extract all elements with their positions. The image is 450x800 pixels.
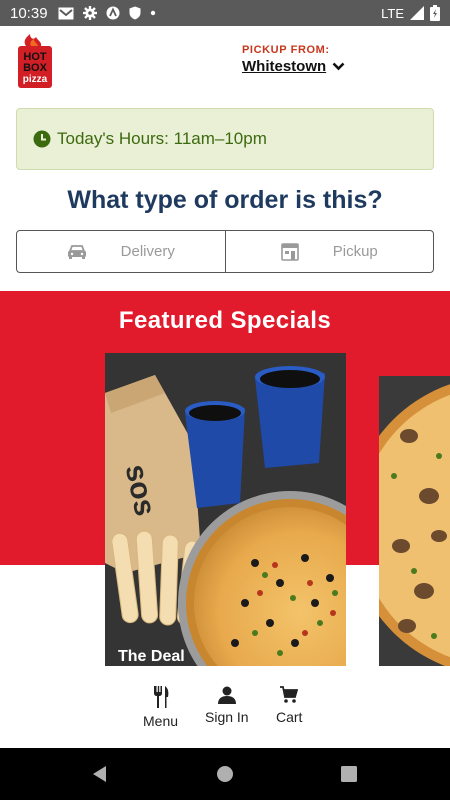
nav-menu[interactable]: Menu <box>143 686 178 729</box>
person-icon <box>217 686 236 704</box>
nav-sign-in[interactable]: Sign In <box>205 686 249 725</box>
order-type-title: What type of order is this? <box>67 186 383 214</box>
system-nav-bar <box>0 748 450 800</box>
network-label: LTE <box>381 5 404 21</box>
card-label-the-deal: The Deal <box>118 648 185 665</box>
location-selector[interactable]: Whitestown <box>242 58 345 75</box>
pickup-button[interactable]: Pickup <box>224 231 434 272</box>
hotbox-logo[interactable]: HOT BOX pizza <box>16 34 54 90</box>
nav-menu-label: Menu <box>143 713 179 729</box>
status-time: 10:39 <box>10 4 48 22</box>
chevron-down-icon <box>332 62 345 71</box>
store-icon <box>280 242 299 261</box>
dot-icon <box>150 10 155 16</box>
pizza-image <box>379 376 450 666</box>
delivery-label: Delivery <box>120 243 175 260</box>
status-bar: 10:39 LTE <box>0 0 450 26</box>
pickup-from-label: PICKUP FROM: <box>242 44 330 56</box>
back-icon <box>93 766 106 782</box>
featured-title: Featured Specials <box>118 307 332 334</box>
featured-card-the-deal[interactable]: sos The Deal <box>105 353 346 666</box>
gmail-icon <box>58 7 74 19</box>
home-icon <box>217 766 233 782</box>
recents-button[interactable] <box>334 748 364 800</box>
the-deal-image: sos <box>105 353 346 666</box>
vpn-icon <box>106 6 120 20</box>
nav-sign-in-label: Sign In <box>205 709 249 725</box>
svg-text:pizza: pizza <box>23 74 48 85</box>
fork-knife-icon <box>153 686 168 708</box>
nav-cart[interactable]: Cart <box>276 686 302 725</box>
recents-icon <box>341 766 357 782</box>
bottom-nav: Menu Sign In Cart <box>0 680 450 748</box>
cart-icon <box>280 686 299 703</box>
settings-icon <box>82 6 97 20</box>
delivery-button[interactable]: Delivery <box>17 231 225 272</box>
clock-icon <box>33 130 51 148</box>
signal-icon <box>410 6 424 20</box>
svg-text:BOX: BOX <box>23 62 48 74</box>
back-button[interactable] <box>85 748 115 800</box>
home-button[interactable] <box>210 748 240 800</box>
order-type-toggle: Delivery Pickup <box>16 230 434 273</box>
hours-text: Today's Hours: 11am–10pm <box>57 129 267 148</box>
app-header: HOT BOX pizza PICKUP FROM: Whitestown <box>0 26 450 104</box>
car-icon <box>67 244 86 259</box>
location-name: Whitestown <box>242 58 327 75</box>
pickup-label: Pickup <box>332 243 378 260</box>
nav-cart-label: Cart <box>276 709 303 725</box>
hours-banner: Today's Hours: 11am–10pm <box>16 108 434 170</box>
featured-card-second[interactable] <box>379 376 450 666</box>
battery-icon <box>430 5 440 21</box>
shield-icon <box>129 6 141 20</box>
